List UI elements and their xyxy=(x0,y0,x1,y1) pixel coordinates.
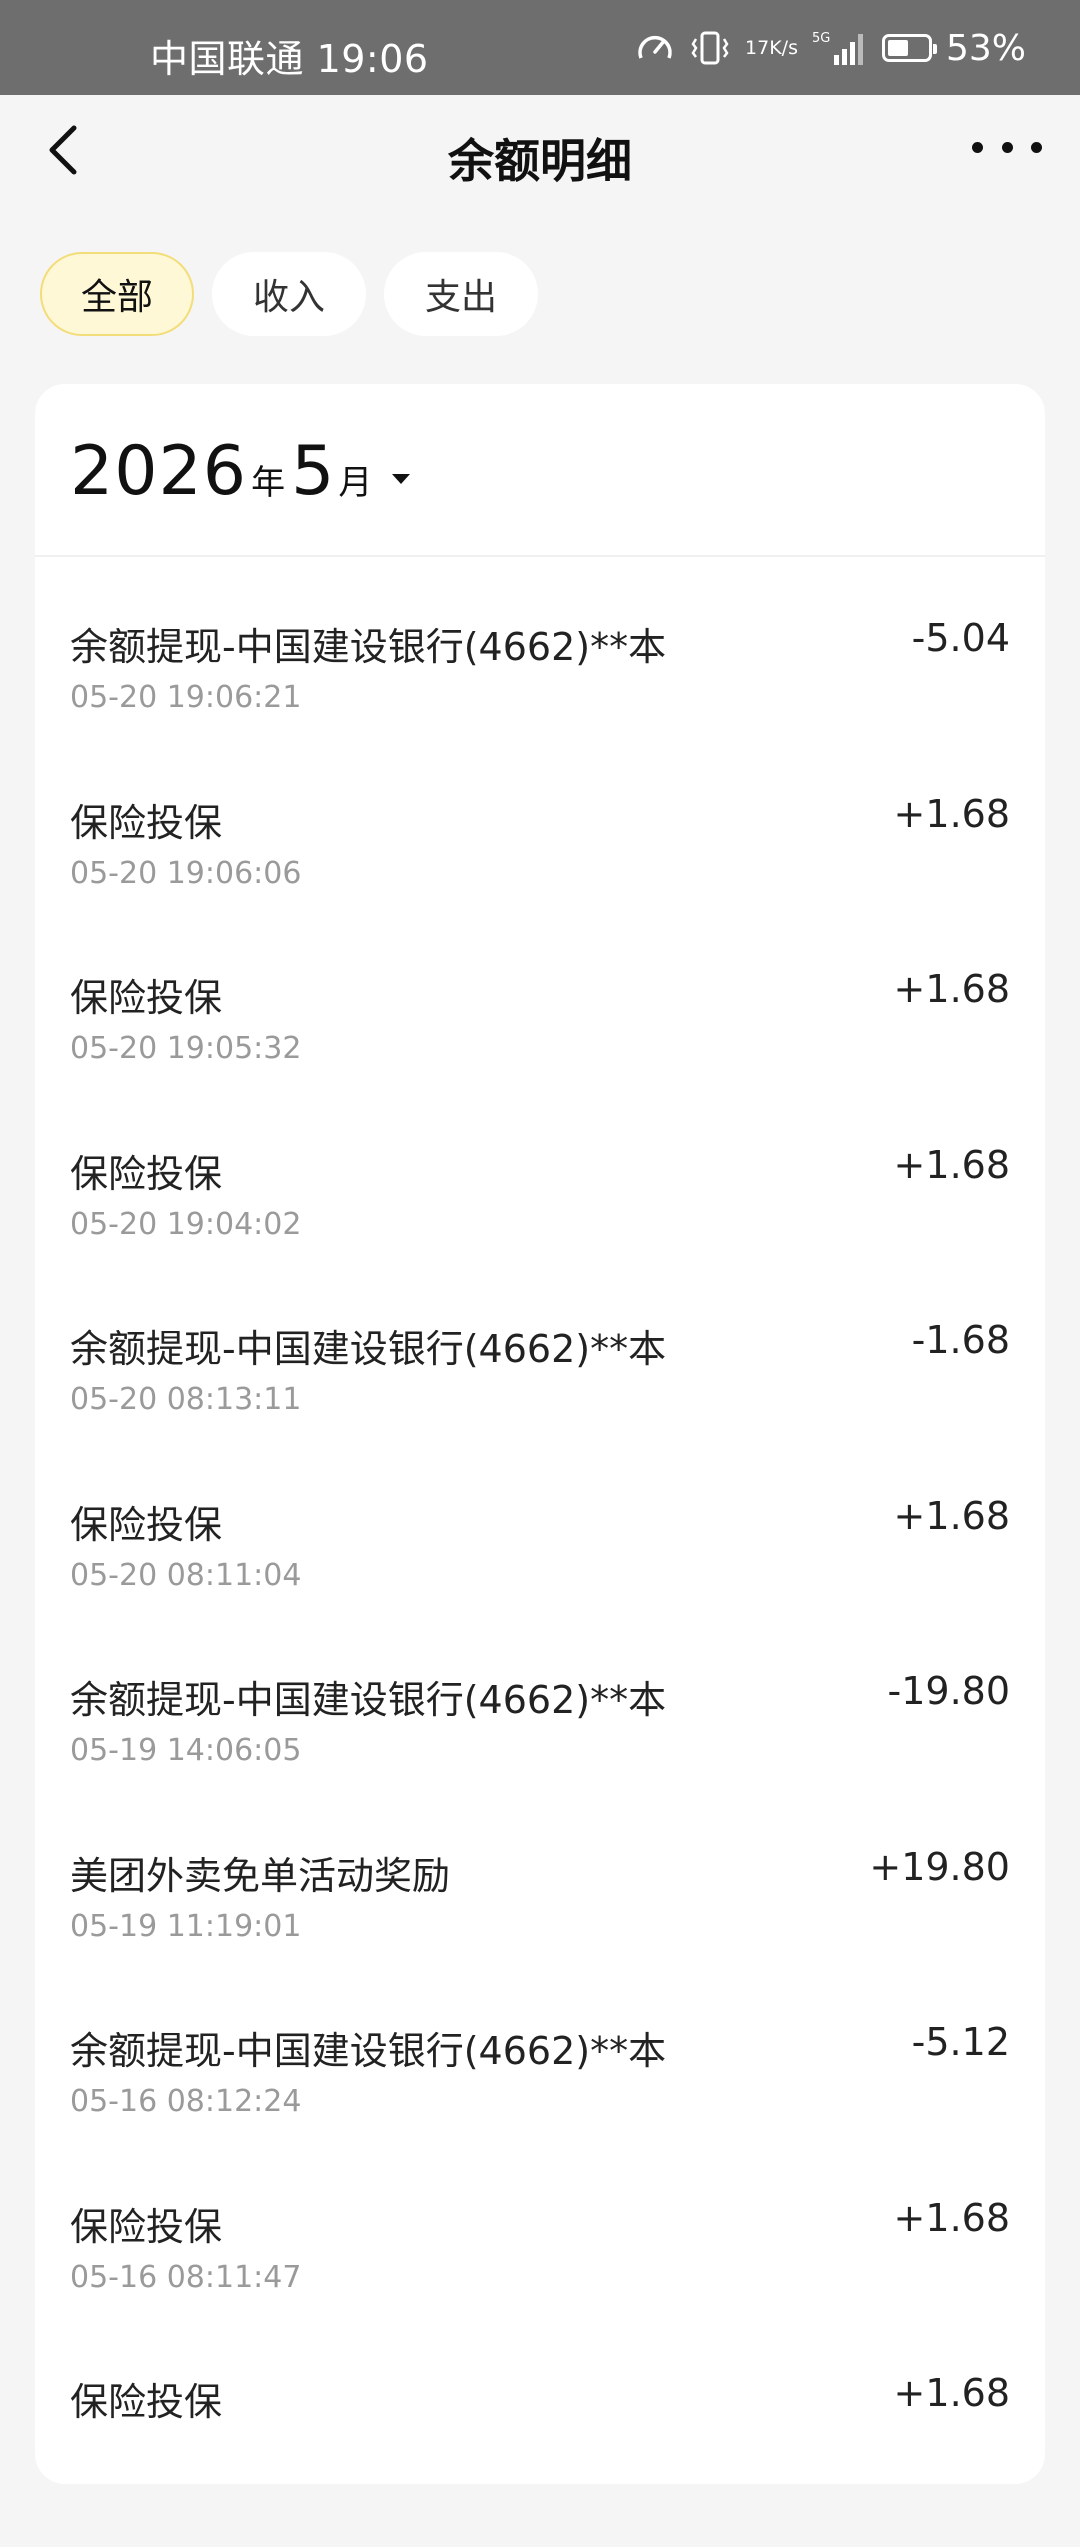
transaction-row[interactable]: 保险投保 05-20 19:06:06 +1.68 xyxy=(35,792,1045,968)
network-speed-unit: K/s xyxy=(769,36,798,59)
status-icons: 17 K/s 5G 53% xyxy=(635,26,1026,70)
transaction-amount: -5.04 xyxy=(911,616,1010,660)
more-options-button[interactable] xyxy=(972,127,1042,167)
transaction-time: 05-16 08:12:24 xyxy=(70,2084,302,2119)
transaction-title: 余额提现-中国建设银行(4662)**本 xyxy=(70,2029,667,2073)
transaction-time: 05-16 08:11:47 xyxy=(70,2259,302,2295)
transaction-row[interactable]: 保险投保 05-20 19:05:32 +1.68 xyxy=(35,967,1045,1143)
month-selector[interactable]: 2026 年 5 月 xyxy=(70,432,411,511)
transaction-title: 余额提现-中国建设银行(4662)**本 xyxy=(70,1327,667,1371)
transaction-time: 05-20 19:04:02 xyxy=(70,1206,302,1242)
transaction-row[interactable]: 保险投保 05-20 08:11:04 +1.68 xyxy=(35,1494,1045,1670)
signal-label: 5G xyxy=(812,31,830,46)
network-speed: 17 K/s xyxy=(745,36,798,59)
transaction-title: 保险投保 xyxy=(70,2380,223,2424)
transaction-title: 余额提现-中国建设银行(4662)**本 xyxy=(70,1678,667,1722)
more-dot-icon xyxy=(972,141,983,153)
transaction-time: 05-20 08:11:04 xyxy=(70,1557,302,1593)
year-unit: 年 xyxy=(251,463,286,503)
transaction-time: 05-20 19:05:32 xyxy=(70,1031,302,1066)
transactions-card: 2026 年 5 月 余额提现-中国建设银行(4662)**本 05-20 19… xyxy=(35,384,1045,2484)
transaction-time: 05-20 19:06:06 xyxy=(70,855,302,891)
transaction-title: 保险投保 xyxy=(70,1151,223,1196)
speed-gauge-icon xyxy=(635,30,675,66)
transaction-amount: +1.68 xyxy=(893,1142,1010,1187)
transaction-amount: +19.80 xyxy=(869,1844,1010,1889)
transaction-amount: +1.68 xyxy=(893,967,1010,1011)
more-dot-icon xyxy=(1001,141,1013,153)
page-title: 余额明细 xyxy=(448,134,632,188)
transaction-amount: +1.68 xyxy=(893,2195,1010,2240)
transaction-title: 保险投保 xyxy=(70,976,223,1020)
month-unit: 月 xyxy=(338,463,373,503)
transaction-row[interactable]: 余额提现-中国建设银行(4662)**本 05-20 08:13:11 -1.6… xyxy=(35,1318,1045,1494)
filter-tabs: 全部 收入 支出 xyxy=(40,252,538,336)
nav-bar: 余额明细 xyxy=(0,95,1080,225)
year-value: 2026 xyxy=(70,432,248,511)
transaction-row[interactable]: 余额提现-中国建设银行(4662)**本 05-16 08:12:24 -5.1… xyxy=(35,2020,1045,2196)
month-value: 5 xyxy=(291,432,335,511)
carrier-time: 中国联通 19:06 xyxy=(150,37,429,81)
transaction-amount: -1.68 xyxy=(911,1318,1010,1362)
transaction-amount: -5.12 xyxy=(911,2020,1010,2064)
transaction-row[interactable]: 余额提现-中国建设银行(4662)**本 05-20 19:06:21 -5.0… xyxy=(35,616,1045,792)
transaction-row[interactable]: 保险投保 05-20 19:04:02 +1.68 xyxy=(35,1143,1045,1319)
tab-all[interactable]: 全部 xyxy=(40,252,194,336)
transaction-list: 余额提现-中国建设银行(4662)**本 05-20 19:06:21 -5.0… xyxy=(35,616,1045,2547)
status-bar: 中国联通 19:06 17 K/s 5G 53% xyxy=(0,0,1080,95)
battery-percent: 53% xyxy=(945,27,1026,69)
transaction-row[interactable]: 美团外卖免单活动奖励 05-19 11:19:01 +19.80 xyxy=(35,1845,1045,2021)
transaction-amount: +1.68 xyxy=(893,791,1010,836)
transaction-amount: +1.68 xyxy=(893,2371,1010,2415)
transaction-time: 05-20 19:06:21 xyxy=(70,680,302,715)
divider xyxy=(35,555,1045,557)
vibrate-icon xyxy=(689,30,731,66)
more-dot-icon xyxy=(1031,141,1042,153)
transaction-row[interactable]: 余额提现-中国建设银行(4662)**本 05-19 14:06:05 -19.… xyxy=(35,1669,1045,1845)
tab-income[interactable]: 收入 xyxy=(212,252,366,336)
dropdown-caret-icon xyxy=(392,474,411,484)
transaction-time: 05-19 14:06:05 xyxy=(70,1733,302,1768)
transaction-amount: -19.80 xyxy=(887,1669,1011,1713)
transaction-title: 余额提现-中国建设银行(4662)**本 xyxy=(70,625,667,669)
transaction-time: 05-19 11:19:01 xyxy=(70,1908,302,1944)
tab-expense[interactable]: 支出 xyxy=(384,252,538,336)
transaction-row[interactable]: 保险投保 05-16 08:11:47 +1.68 xyxy=(35,2196,1045,2372)
transaction-title: 美团外卖免单活动奖励 xyxy=(70,1853,451,1898)
transaction-title: 保险投保 xyxy=(70,800,223,845)
signal-icon: 5G xyxy=(812,29,868,67)
transaction-time: 05-20 08:13:11 xyxy=(70,1382,302,1417)
transaction-row[interactable]: 保险投保 +1.68 xyxy=(35,2371,1045,2547)
network-speed-value: 17 xyxy=(745,36,770,59)
transaction-amount: +1.68 xyxy=(893,1493,1010,1538)
transaction-title: 保险投保 xyxy=(70,2204,223,2249)
transaction-title: 保险投保 xyxy=(70,1502,223,1547)
battery-icon xyxy=(881,34,937,62)
